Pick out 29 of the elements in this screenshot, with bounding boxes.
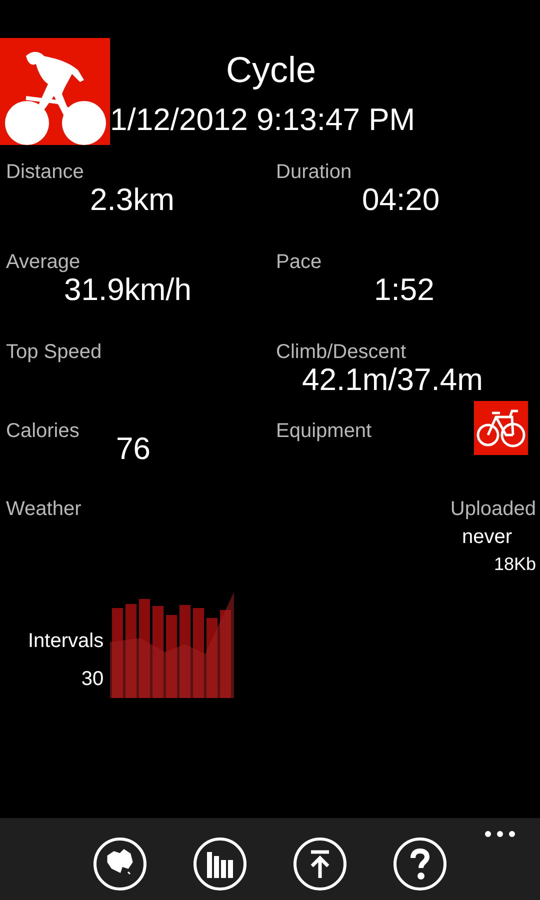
stat-label: Average: [6, 250, 82, 274]
stat-value: 42.1m/37.4m: [301, 364, 484, 395]
stat-value: 04:20: [361, 184, 441, 215]
stat-value: 31.9km/h: [64, 274, 193, 305]
stat-label: Climb/Descent: [276, 340, 408, 364]
intervals-label: Intervals: [28, 629, 104, 654]
stat-label: Top Speed: [6, 340, 103, 364]
stat-label: Equipment: [276, 419, 372, 444]
cyclist-icon: [0, 38, 110, 145]
stat-value: 1:52: [373, 274, 436, 305]
activity-title: Cycle: [224, 52, 318, 88]
map-icon[interactable]: [92, 836, 148, 892]
stat-label: Pace: [276, 250, 323, 274]
chart-icon[interactable]: [192, 836, 248, 892]
more-icon[interactable]: [484, 830, 516, 838]
stat-value: 2.3km: [89, 184, 176, 215]
stat-label: Duration: [276, 160, 353, 184]
intervals-count: 30: [80, 667, 104, 692]
stat-label: Weather: [6, 497, 82, 521]
stat-label: Distance: [6, 160, 85, 184]
date-time: 1/12/2012 9:13:47 PM: [110, 104, 416, 135]
upload-status: never: [460, 525, 513, 550]
bicycle-icon: [474, 401, 528, 455]
stat-value: 76: [115, 433, 152, 464]
file-size: 18Kb: [492, 553, 536, 576]
stat-label: Uploaded: [449, 497, 536, 521]
stat-label: Calories: [6, 419, 80, 443]
upload-icon[interactable]: [292, 836, 348, 892]
help-icon[interactable]: [392, 836, 448, 892]
